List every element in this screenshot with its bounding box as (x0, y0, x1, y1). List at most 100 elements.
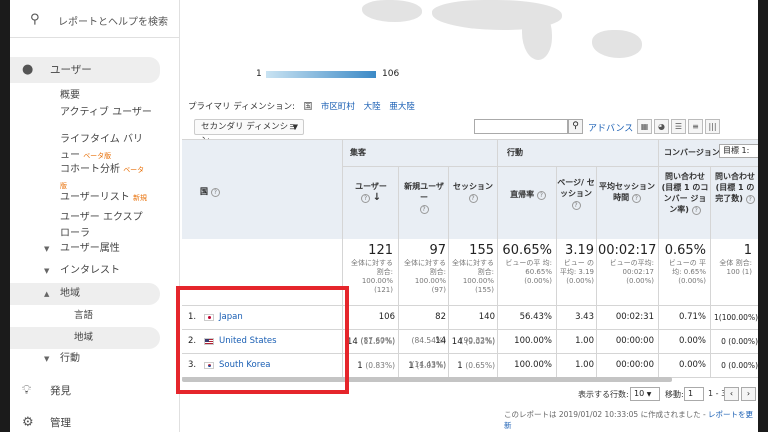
sidebar-item-active-users[interactable]: アクティブ ユーザー (60, 105, 152, 121)
table-view-icon[interactable]: ▦ (637, 119, 652, 134)
search-icon[interactable]: ⚲ (568, 119, 583, 134)
sidebar-item-label: 地域 (74, 332, 94, 343)
cell-sessions: 1 (0.65%) (450, 354, 495, 378)
cell-bounce: 100.00% (514, 360, 552, 370)
group-acquisition: 集客 (350, 148, 366, 157)
help-icon[interactable]: ? (571, 201, 581, 210)
secondary-dimension-select[interactable]: セカンダリ ディメンション ▼ (194, 119, 304, 146)
primary-dimension-continent[interactable]: 大陸 (364, 102, 381, 112)
advanced-filter-link[interactable]: アドバンス (588, 121, 633, 134)
column-header-label: セッション (453, 182, 493, 191)
column-header-country[interactable]: 国 ? (200, 186, 220, 197)
search-icon: ⚲ (30, 12, 40, 27)
cell-pages: 3.43 (575, 312, 594, 322)
column-header-label: ページ/ セッション (557, 178, 595, 198)
column-header-new-users[interactable]: 新規ユーザ ー? (400, 181, 448, 214)
gear-icon: ⚙ (22, 415, 34, 430)
sidebar-item-geo[interactable]: ▲ 地域 (10, 283, 160, 305)
cell-conv-done: 1(100.00%) (714, 313, 758, 322)
sidebar-item-label: ユーザー エクスプ (60, 212, 143, 223)
total-bounce-sub: ビューの平 均: 60.65% (0.00%) (505, 259, 552, 285)
help-icon[interactable]: ? (536, 191, 546, 200)
column-header-conv-rate[interactable]: 問い合わせ (目標 1 のコンバー ジョン率) ? (660, 171, 710, 215)
world-map[interactable]: 1 106 (182, 0, 758, 90)
column-header-label: 国 (200, 187, 208, 196)
sidebar-item-interests[interactable]: ▼ インタレスト (10, 260, 180, 282)
column-header-conv-done[interactable]: 問い合わせ (目標 1 の 完了数) ? (712, 171, 758, 204)
column-header-avg-duration[interactable]: 平均セッション 時間 ? (597, 181, 657, 203)
rows-per-page-select[interactable]: 10 ▼ (630, 387, 660, 401)
total-conv-done: 1 (743, 243, 752, 258)
total-conv-rate-sub: ビューの 平均: 0.65% (0.00%) (668, 259, 706, 285)
cell-percent: (0.83%) (365, 361, 395, 370)
sidebar-item-user-attributes[interactable]: ▼ ユーザー属性 (10, 238, 180, 260)
sidebar-item-behavior[interactable]: ▼ 行動 (10, 348, 180, 370)
sidebar-item-discover[interactable]: 💡︎ 発見 (10, 380, 180, 402)
help-icon[interactable]: ? (745, 195, 755, 204)
next-page-button[interactable]: › (741, 387, 756, 401)
sidebar-item-language[interactable]: 言語 (10, 305, 180, 327)
comparison-view-icon[interactable]: ≡ (688, 119, 703, 134)
help-icon[interactable]: ? (691, 206, 701, 215)
help-icon[interactable]: ? (360, 194, 370, 203)
help-icon[interactable]: ? (631, 194, 641, 203)
cell-pages: 1.00 (575, 360, 594, 370)
group-conversion: コンバージョン (664, 148, 720, 157)
cell-avg-duration: 00:00:00 (615, 360, 654, 370)
column-header-users[interactable]: ユーザー? ↓ (345, 181, 397, 203)
cell-users: 14 (11.57%) (345, 330, 395, 354)
prev-page-button[interactable]: ‹ (724, 387, 739, 401)
column-header-pages[interactable]: ページ/ セッション? (557, 177, 595, 210)
window-frame-right (758, 0, 768, 432)
column-header-label: 平均セッション 時間 (599, 182, 655, 202)
sidebar-item-label: インタレスト (60, 265, 120, 276)
sidebar-item-overview[interactable]: 概要 (60, 88, 80, 104)
primary-dimension-city[interactable]: 市区町村 (321, 102, 355, 112)
cell-bounce: 56.43% (519, 312, 552, 322)
sidebar-item-users[interactable]: ● ユーザー (10, 57, 160, 83)
help-icon[interactable]: ? (419, 205, 429, 214)
cell-bounce: 100.00% (514, 336, 552, 346)
pivot-view-icon[interactable]: ||| (705, 119, 720, 134)
sidebar-item-label: コホート分析 (60, 164, 120, 175)
total-avg-duration: 00:02:17 (598, 243, 657, 258)
column-header-sessions[interactable]: セッション? (450, 181, 496, 203)
sidebar-item-label: 地域 (60, 288, 80, 299)
footer-text: このレポートは 2019/01/02 10:33:05 に作成されました - (504, 410, 709, 419)
goto-page-input[interactable]: 1 (684, 387, 704, 401)
primary-dimension-country[interactable]: 国 (304, 102, 313, 112)
sidebar-item-label: 言語 (74, 310, 94, 321)
column-header-label: 問い合わせ (目標 1 のコンバー ジョン率) (661, 172, 709, 214)
cell-percent: (11.57%) (360, 337, 395, 346)
person-icon: ● (22, 62, 34, 77)
help-icon[interactable]: ? (468, 194, 478, 203)
sidebar-item-lifetime-value[interactable]: ライフタイム バリ ュー ベータ版 (60, 132, 143, 164)
rows-per-page-value: 10 (634, 389, 645, 398)
performance-view-icon[interactable]: ☰ (671, 119, 686, 134)
sidebar-search[interactable]: ⚲ レポートとヘルプを検索 (10, 0, 180, 38)
help-icon[interactable]: ? (210, 188, 220, 197)
lightbulb-icon: 💡︎ (22, 383, 32, 398)
sidebar-search-label: レポートとヘルプを検索 (58, 17, 168, 28)
pie-view-icon[interactable]: ◕ (654, 119, 669, 134)
cell-avg-duration: 00:00:00 (615, 336, 654, 346)
sidebar-item-label: ユーザー (50, 64, 92, 76)
primary-dimension-subcontinent[interactable]: 亜大陸 (389, 102, 415, 112)
table-search-input[interactable] (474, 119, 568, 134)
sidebar-item-label: ユーザーリスト (60, 192, 130, 203)
group-behavior: 行動 (507, 148, 523, 157)
goto-label: 移動: (665, 390, 684, 399)
caret-down-icon: ▼ (44, 245, 50, 253)
table-header-country: 国 ? (182, 139, 342, 239)
total-users: 121 (368, 243, 393, 258)
cell-value: 14 (435, 336, 446, 346)
total-bounce: 60.65% (502, 243, 552, 258)
column-header-bounce[interactable]: 直帰率 ? (500, 189, 556, 200)
sidebar-item-user-list[interactable]: ユーザーリスト 新規 (60, 190, 147, 206)
cell-value: 1 (357, 361, 363, 371)
sidebar-item-admin[interactable]: ⚙ 管理 (10, 412, 180, 434)
goal-select[interactable]: 目標 1: (719, 144, 758, 158)
cell-conv-rate: 0.71% (678, 312, 706, 322)
sidebar-item-location[interactable]: 地域 (10, 327, 160, 349)
beta-badge: ベータ (123, 166, 145, 174)
